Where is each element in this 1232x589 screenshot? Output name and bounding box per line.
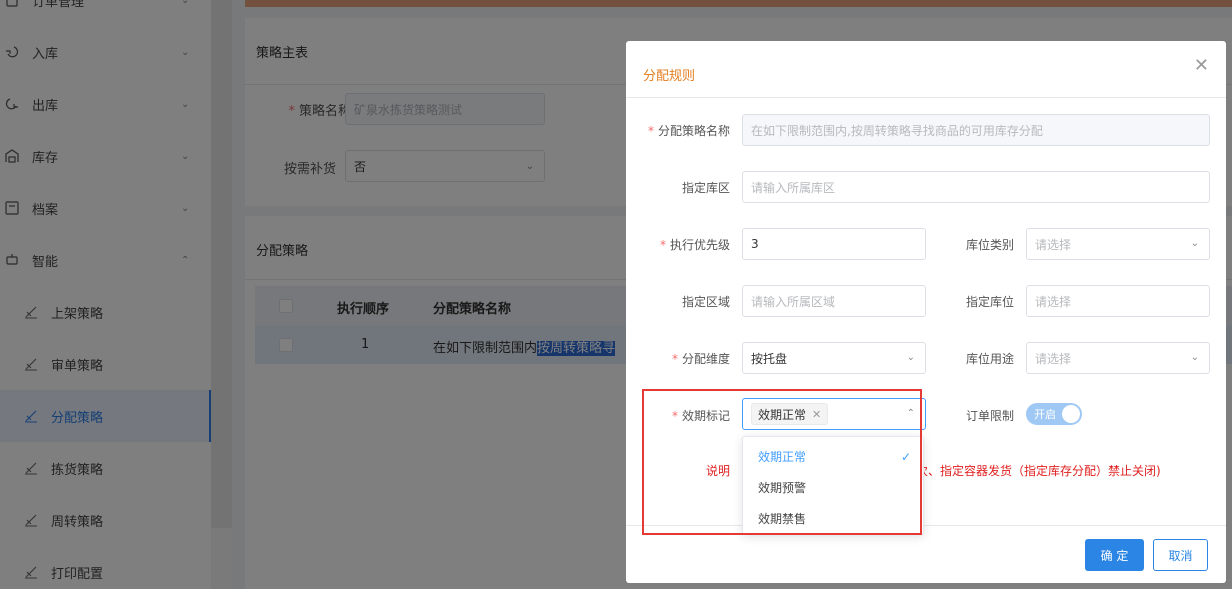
cancel-button[interactable]: 取消	[1153, 539, 1208, 571]
divider	[626, 97, 1226, 98]
location-usage-select[interactable]: 请选择 ⌄	[1026, 342, 1210, 374]
location-label: 指定库位	[965, 295, 1014, 309]
zone-label: 指定库区	[681, 181, 730, 195]
strategy-name-input[interactable]: 在如下限制范围内,按周转策略寻找商品的可用库存分配	[742, 114, 1210, 146]
order-limit-toggle[interactable]: 开启	[1026, 403, 1082, 425]
dialog-title: 分配规则	[643, 69, 696, 84]
dimension-label: * 分配维度	[671, 352, 730, 366]
order-limit-label: 订单限制	[965, 409, 1014, 423]
confirm-button[interactable]: 确 定	[1085, 539, 1144, 571]
zone-input[interactable]: 请输入所属库区	[742, 171, 1210, 203]
location-usage-label: 库位用途	[965, 352, 1014, 366]
location-type-select[interactable]: 请选择 ⌄	[1026, 228, 1210, 260]
note-text: 次、指定容器发货（指定库存分配）禁止关闭)	[916, 464, 1161, 478]
priority-input[interactable]: 3	[742, 228, 926, 260]
highlight-annotation-box	[642, 389, 922, 535]
area-input[interactable]: 请输入所属区域	[742, 285, 926, 317]
priority-label: * 执行优先级	[659, 238, 730, 252]
area-label: 指定区域	[681, 295, 730, 309]
dimension-select[interactable]: 按托盘 ⌄	[742, 342, 926, 374]
strategy-name-label: * 分配策略名称	[647, 124, 730, 138]
chevron-down-icon: ⌄	[1190, 238, 1199, 249]
close-icon[interactable]: ✕	[1194, 55, 1209, 76]
chevron-down-icon: ⌄	[1190, 352, 1199, 363]
location-select[interactable]: 请选择	[1026, 285, 1210, 317]
toggle-knob	[1062, 405, 1080, 423]
location-type-label: 库位类别	[965, 238, 1014, 252]
